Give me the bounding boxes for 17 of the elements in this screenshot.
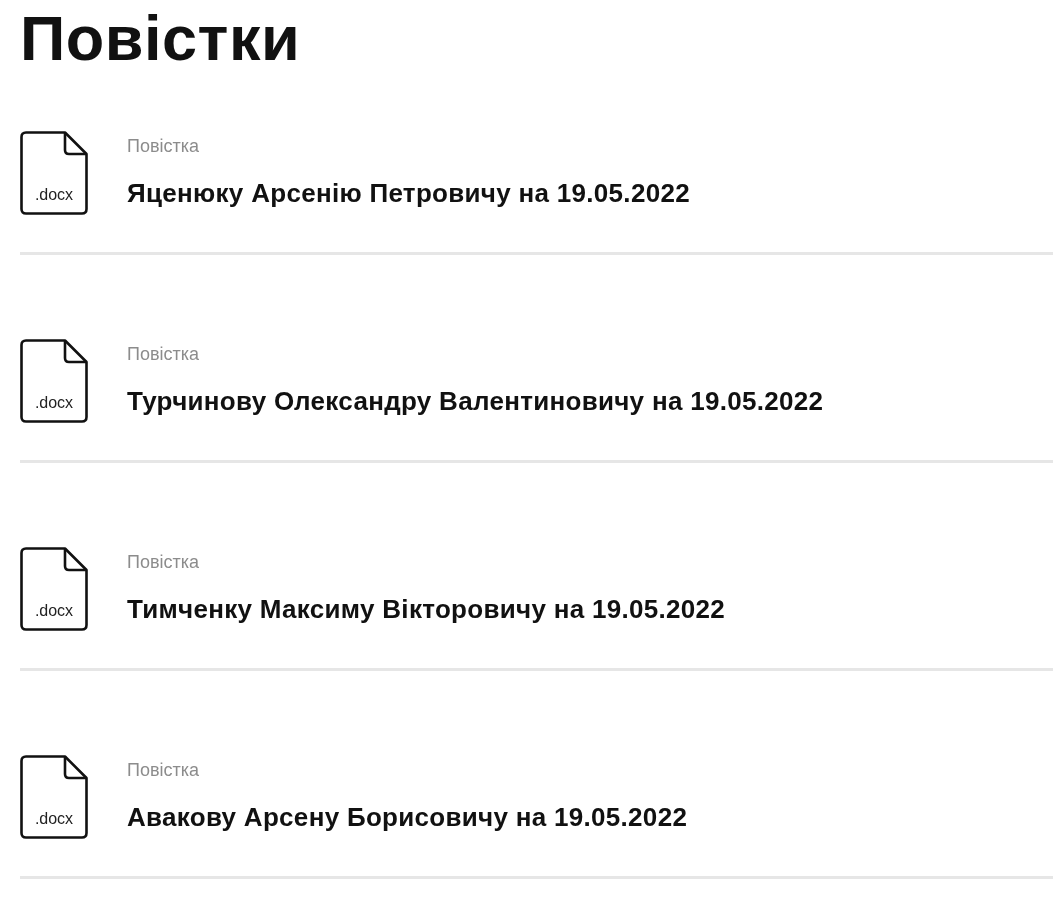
document-label: Повістка	[127, 135, 200, 157]
document-icon	[20, 547, 88, 631]
document-icon	[20, 339, 88, 423]
document-label: Повістка	[127, 551, 200, 573]
document-link[interactable]: Авакову Арсену Борисовичу на 19.05.2022	[127, 801, 688, 833]
file-extension: .docx	[33, 185, 75, 205]
document-link[interactable]: Турчинову Олександру Валентиновичу на 19.05.2022	[127, 385, 824, 417]
page-title: Повістки	[20, 2, 301, 74]
document-label: Повістка	[127, 759, 200, 781]
document-icon	[20, 131, 88, 215]
document-link[interactable]: Яценюку Арсенію Петровичу на 19.05.2022	[127, 177, 690, 209]
file-extension: .docx	[33, 809, 75, 829]
document-link[interactable]: Тимченку Максиму Вікторовичу на 19.05.2022	[127, 593, 726, 625]
document-label: Повістка	[127, 343, 200, 365]
document-icon	[20, 755, 88, 839]
file-extension: .docx	[33, 601, 75, 621]
file-extension: .docx	[33, 393, 75, 413]
